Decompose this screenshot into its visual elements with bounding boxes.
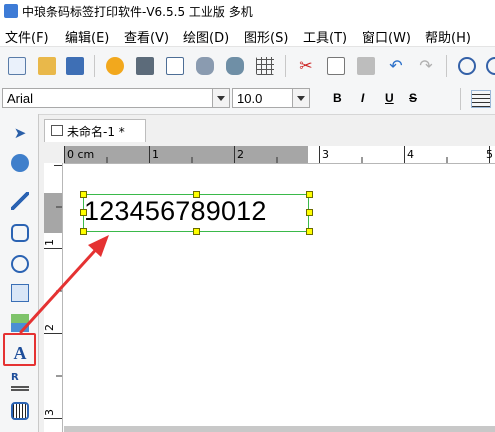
chevron-down-icon[interactable]: [292, 89, 309, 107]
grid-icon[interactable]: [256, 57, 274, 75]
menu-draw[interactable]: 绘图(D): [183, 27, 229, 46]
tab-label: 未命名-1 *: [67, 125, 125, 139]
window-title: 中琅条码标签打印软件-V6.5.5 工业版 多机: [22, 5, 253, 19]
database-icon[interactable]: [196, 57, 214, 75]
pan-tool-icon[interactable]: [11, 154, 29, 172]
menu-help[interactable]: 帮助(H): [425, 27, 471, 46]
cut-icon[interactable]: ✂: [297, 57, 315, 75]
resize-handle-bottom-right[interactable]: [306, 228, 313, 235]
annotation-highlight-box: [3, 333, 36, 366]
font-size-select[interactable]: 10.0: [232, 88, 310, 108]
ruler-label-5: 5: [486, 148, 493, 161]
toolbar-separator: [460, 88, 461, 110]
select-tool-icon[interactable]: ➤: [11, 124, 29, 142]
ellipse-tool-icon[interactable]: [11, 255, 29, 273]
tab-document[interactable]: 未命名-1 *: [44, 119, 146, 142]
resize-handle-top[interactable]: [193, 191, 200, 198]
save-icon[interactable]: [66, 57, 84, 75]
resize-handle-bottom-left[interactable]: [80, 228, 87, 235]
print-preview-icon[interactable]: [166, 57, 184, 75]
app-icon: [4, 4, 18, 18]
rich-text-tool-icon[interactable]: R: [11, 373, 29, 391]
open-icon[interactable]: [38, 57, 56, 75]
vertical-ruler: 1 2 3: [43, 163, 63, 432]
bold-button[interactable]: B: [333, 91, 342, 105]
font-name-value: Arial: [7, 91, 34, 106]
ruler-ticks: [64, 146, 490, 163]
text-object[interactable]: 123456789012: [84, 196, 267, 227]
font-name-select[interactable]: Arial: [2, 88, 230, 108]
ruler-label-0: 0 cm: [67, 148, 95, 161]
font-size-value: 10.0: [237, 91, 263, 106]
zoom-out-icon[interactable]: [486, 57, 495, 75]
ruler-label-1: 1: [152, 148, 159, 161]
menu-shape[interactable]: 图形(S): [244, 27, 288, 46]
ruler-label-2: 2: [237, 148, 244, 161]
ruler-label-3: 3: [322, 148, 329, 161]
resize-handle-bottom[interactable]: [193, 228, 200, 235]
resize-handle-top-right[interactable]: [306, 191, 313, 198]
line-tool-icon[interactable]: [11, 192, 29, 210]
main-toolbar: ✂ ↶ ↷: [0, 46, 495, 86]
barcode-tool-icon[interactable]: [11, 402, 29, 420]
resize-handle-left[interactable]: [80, 209, 87, 216]
label-canvas[interactable]: 123456789012: [63, 164, 495, 432]
picture-tool-icon[interactable]: [11, 314, 29, 332]
horizontal-scrollbar[interactable]: [64, 426, 495, 432]
menu-file[interactable]: 文件(F): [5, 27, 49, 46]
paste-icon[interactable]: [357, 57, 375, 75]
strikethrough-button[interactable]: S: [409, 91, 417, 105]
ruler-v-label-2: 2: [43, 324, 56, 331]
menu-edit[interactable]: 编辑(E): [65, 27, 109, 46]
underline-button[interactable]: U: [385, 91, 394, 105]
chevron-down-icon[interactable]: [212, 89, 229, 107]
resize-handle-top-left[interactable]: [80, 191, 87, 198]
undo-icon[interactable]: ↶: [387, 57, 405, 75]
database-settings-icon[interactable]: [226, 57, 244, 75]
menu-tools[interactable]: 工具(T): [303, 27, 347, 46]
ruler-v-label-1: 1: [43, 239, 56, 246]
ruler-ticks: [44, 165, 62, 419]
resize-handle-right[interactable]: [306, 209, 313, 216]
ruler-label-4: 4: [407, 148, 414, 161]
rounded-rect-tool-icon[interactable]: [11, 224, 29, 242]
ruler-v-label-3: 3: [43, 409, 56, 416]
font-toolbar: Arial 10.0 B I U S: [0, 84, 495, 115]
zoom-in-icon[interactable]: [458, 57, 476, 75]
copy-icon[interactable]: [327, 57, 345, 75]
left-tool-panel: ➤ A R: [0, 114, 39, 432]
new-icon[interactable]: [8, 57, 26, 75]
print-icon[interactable]: [136, 57, 154, 75]
menu-window[interactable]: 窗口(W): [362, 27, 411, 46]
toolbar-separator: [285, 55, 286, 77]
italic-button[interactable]: I: [361, 91, 364, 105]
image-tool-icon[interactable]: [11, 284, 29, 302]
horizontal-ruler: 0 cm 1 2 3 4 5: [64, 146, 495, 164]
align-left-icon[interactable]: [471, 90, 491, 108]
document-icon: [51, 125, 63, 136]
toolbar-separator: [446, 55, 447, 77]
title-bar: 中琅条码标签打印软件-V6.5.5 工业版 多机: [0, 0, 495, 22]
redo-icon[interactable]: ↷: [417, 57, 435, 75]
menu-bar: 文件(F) 编辑(E) 查看(V) 绘图(D) 图形(S) 工具(T) 窗口(W…: [0, 22, 495, 46]
menu-view[interactable]: 查看(V): [124, 27, 169, 46]
settings-icon[interactable]: [106, 57, 124, 75]
toolbar-separator: [94, 55, 95, 77]
